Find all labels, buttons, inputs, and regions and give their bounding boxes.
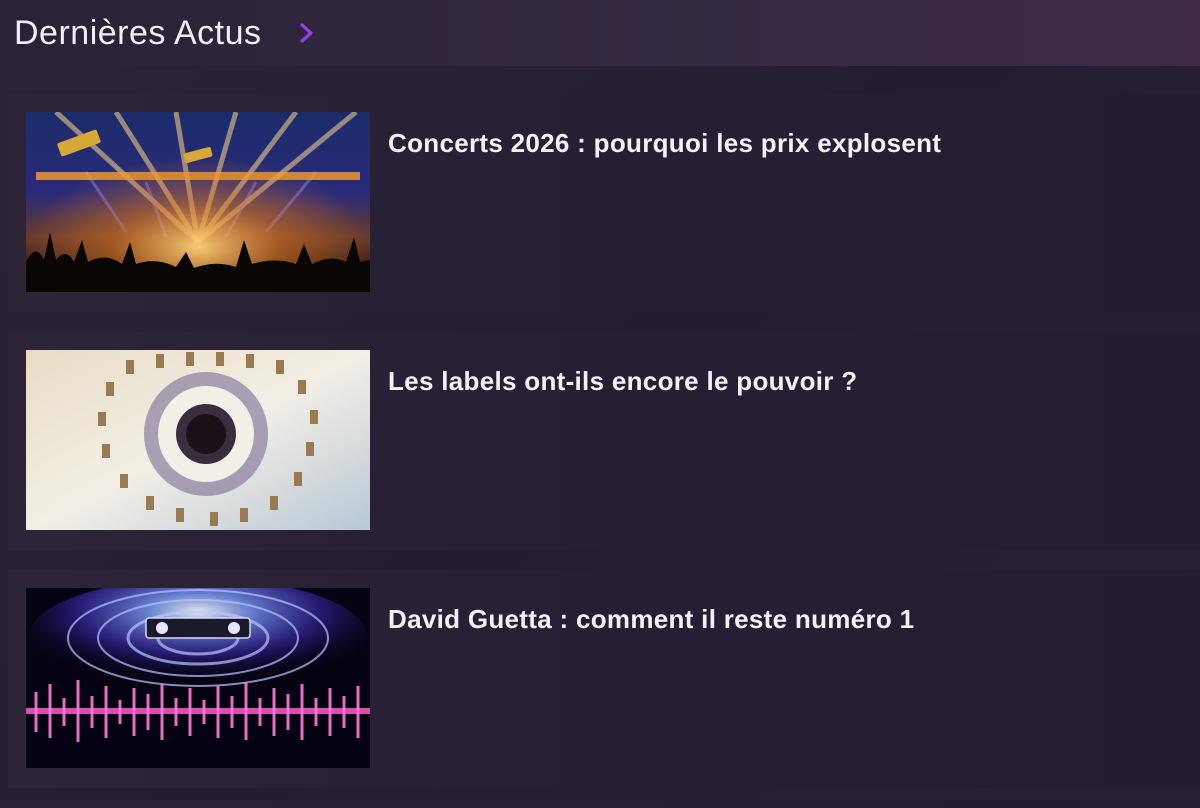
concert-stage-lights-image[interactable]: [26, 112, 370, 292]
section-title: Dernières Actus: [14, 13, 262, 52]
article-card[interactable]: David Guetta : comment il reste numéro 1: [8, 570, 1200, 788]
article-title[interactable]: Les labels ont-ils encore le pouvoir ?: [388, 366, 857, 397]
article-list: Concerts 2026 : pourquoi les prix explos…: [8, 94, 1200, 808]
article-card[interactable]: Concerts 2026 : pourquoi les prix explos…: [8, 94, 1200, 312]
article-title[interactable]: Concerts 2026 : pourquoi les prix explos…: [388, 128, 941, 159]
chevron-right-icon[interactable]: [296, 22, 318, 44]
section-header: Dernières Actus: [0, 0, 1200, 66]
dj-soundwave-image[interactable]: [26, 588, 370, 768]
article-card[interactable]: Les labels ont-ils encore le pouvoir ?: [8, 332, 1200, 550]
article-title[interactable]: David Guetta : comment il reste numéro 1: [388, 604, 914, 635]
mandala-price-tags-image[interactable]: [26, 350, 370, 530]
